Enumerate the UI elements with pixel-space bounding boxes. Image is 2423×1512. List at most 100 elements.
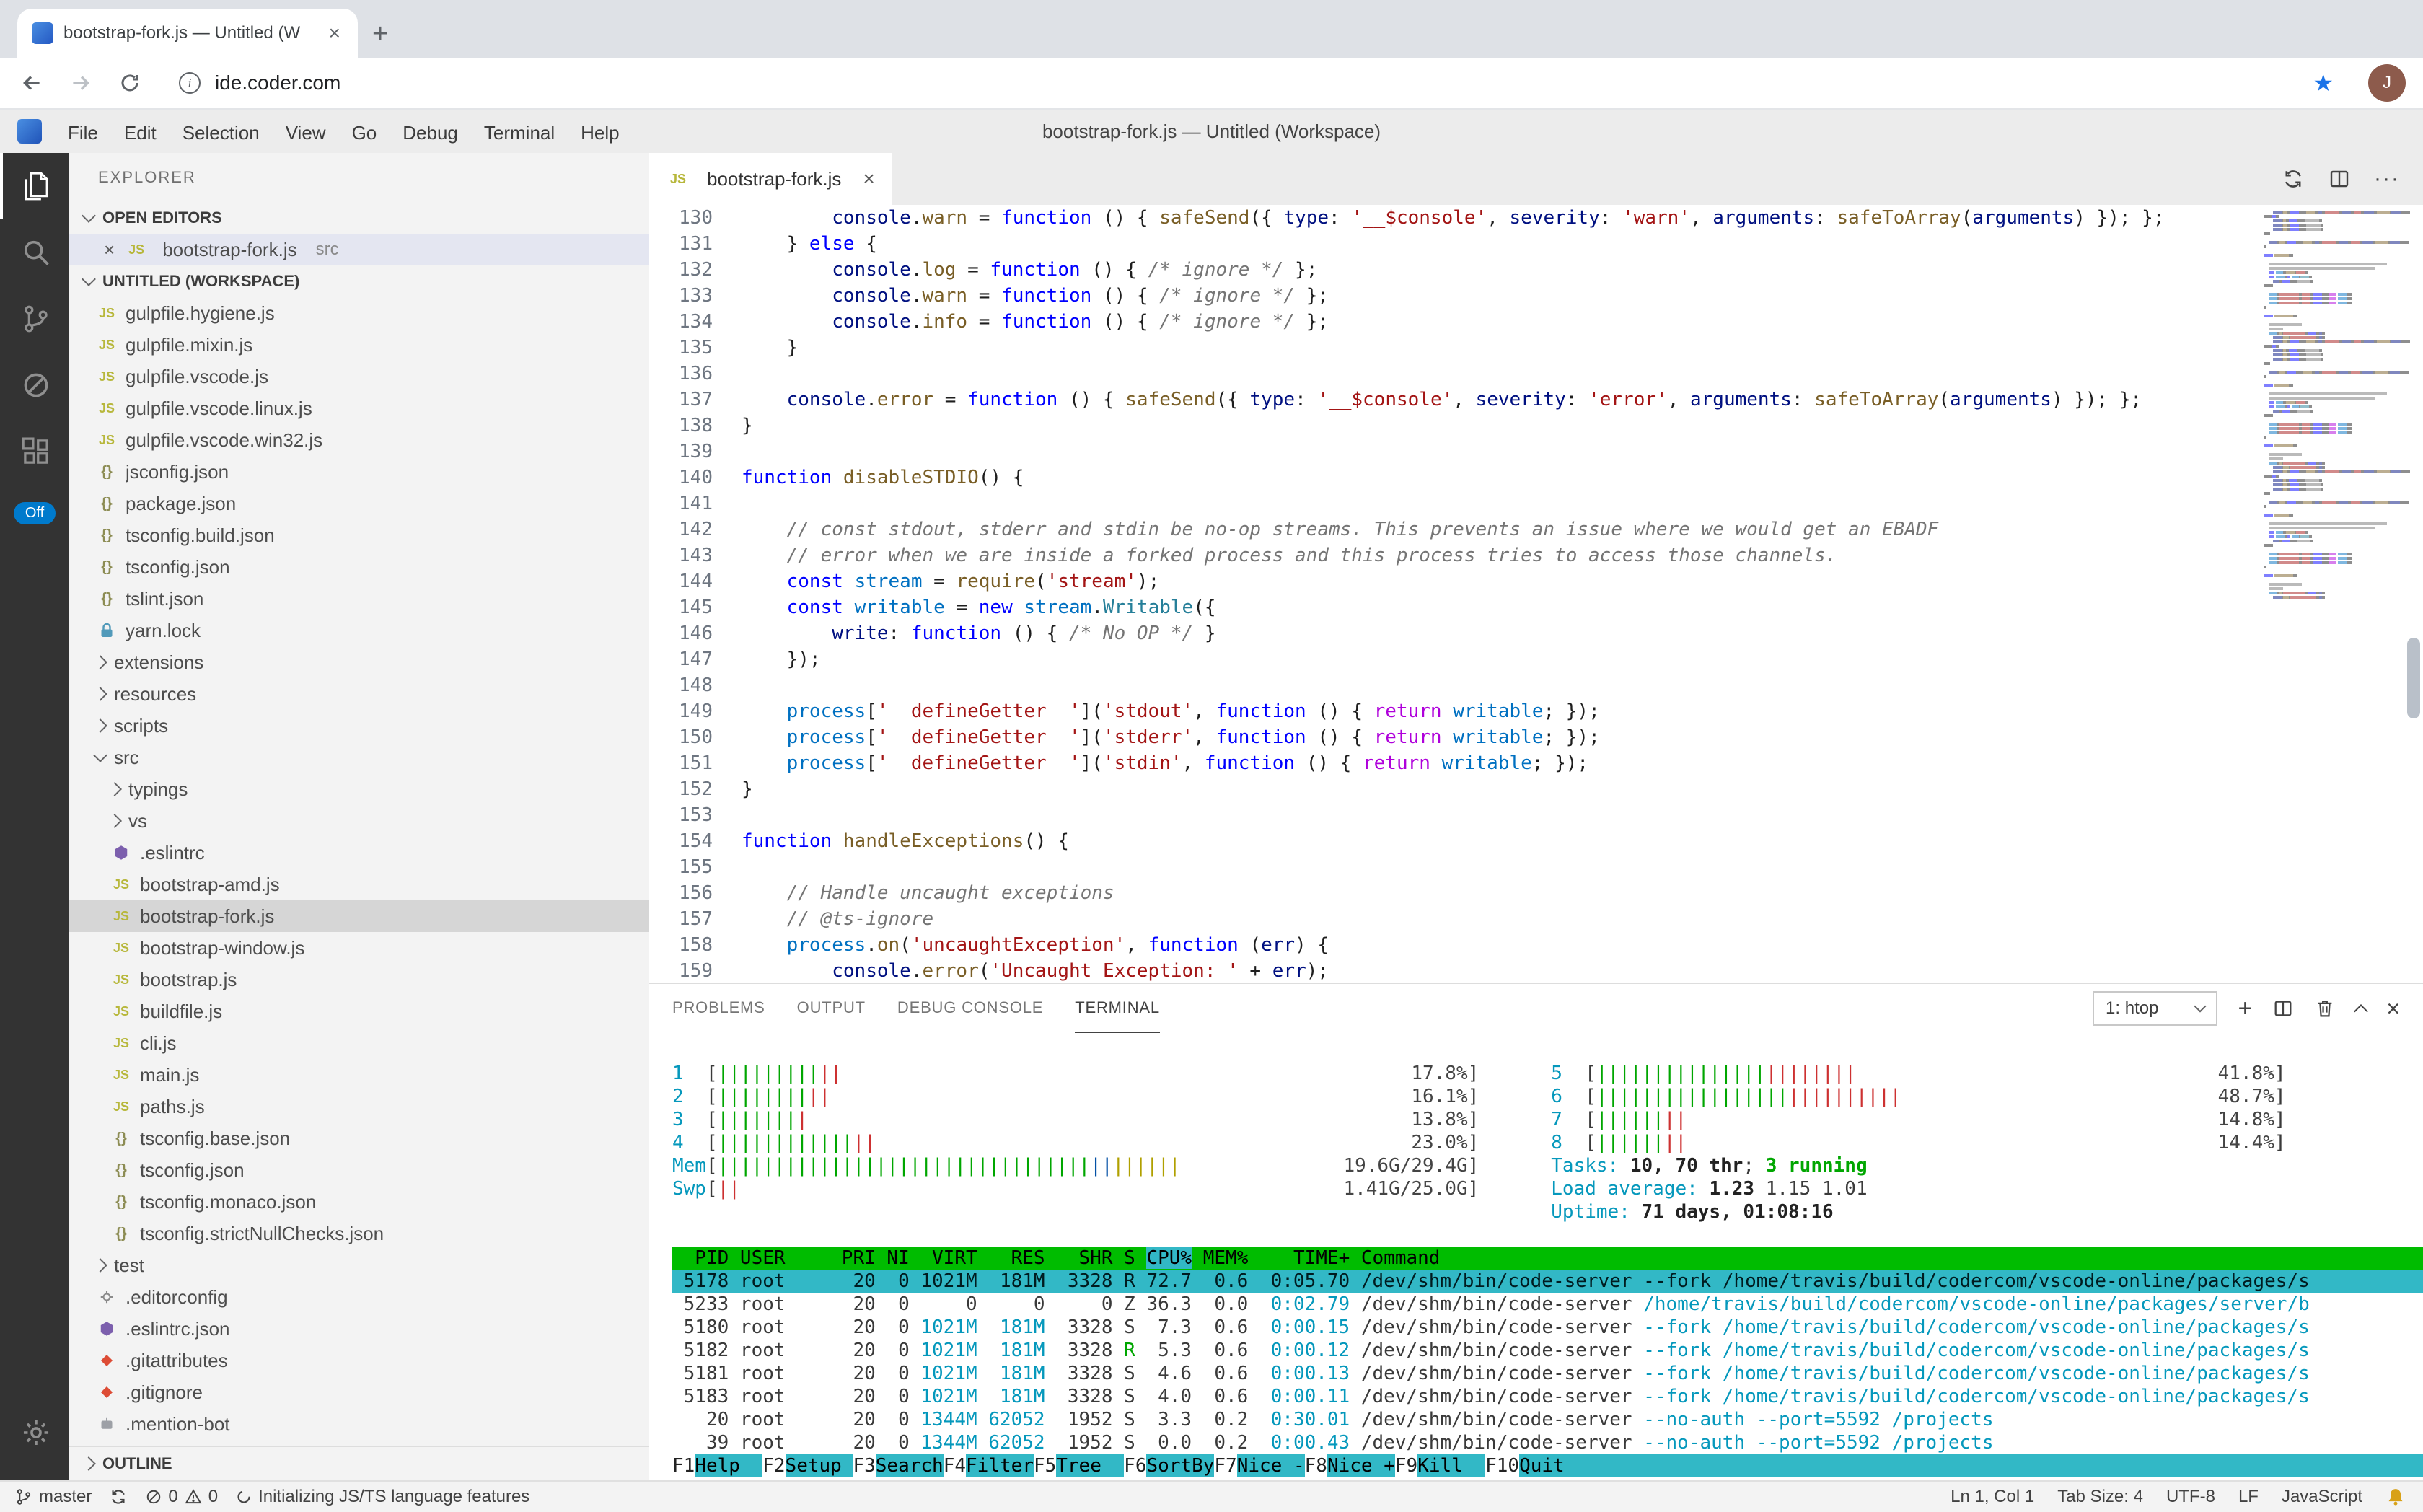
tree-item-tsconfig.strictNullChecks.json[interactable]: {}tsconfig.strictNullChecks.json [69,1218,649,1249]
code-line[interactable] [742,672,2256,698]
process-row[interactable]: 5183 root 20 0 1021M 181M 3328 S 4.0 0.6… [672,1385,2423,1408]
menu-edit[interactable]: Edit [111,122,170,144]
menu-debug[interactable]: Debug [390,122,471,144]
tree-item-jsconfig.json[interactable]: {}jsconfig.json [69,456,649,488]
tree-item-.gitignore[interactable]: .gitignore [69,1376,649,1408]
tree-item-bootstrap-amd.js[interactable]: JSbootstrap-amd.js [69,869,649,900]
debug-icon[interactable] [0,352,69,418]
code-line[interactable]: const writable = new stream.Writable({ [742,594,2256,620]
code-line[interactable]: console.warn = function () { /* ignore *… [742,283,2256,309]
menu-help[interactable]: Help [568,122,632,144]
tree-item-tsconfig.json[interactable]: {}tsconfig.json [69,1154,649,1186]
kill-terminal-icon[interactable] [2314,998,2336,1019]
more-actions-icon[interactable]: ··· [2374,167,2400,191]
menu-view[interactable]: View [273,122,339,144]
search-icon[interactable] [0,219,69,286]
indentation-setting[interactable]: Tab Size: 4 [2057,1487,2143,1507]
back-button[interactable] [17,69,46,97]
code-line[interactable]: process['__defineGetter__']('stdout', fu… [742,698,2256,724]
tree-item-gulpfile.mixin.js[interactable]: JSgulpfile.mixin.js [69,329,649,361]
off-toggle[interactable]: Off [14,502,56,524]
code-line[interactable]: process.on('uncaughtException', function… [742,932,2256,958]
code-area[interactable]: console.warn = function () { safeSend({ … [742,205,2256,983]
tree-item-tsconfig.build.json[interactable]: {}tsconfig.build.json [69,519,649,551]
code-line[interactable]: // const stdout, stderr and stdin be no-… [742,517,2256,542]
code-line[interactable]: // @ts-ignore [742,906,2256,932]
code-line[interactable]: console.info = function () { /* ignore *… [742,309,2256,335]
new-tab-button[interactable]: + [372,20,388,48]
panel-tab-problems[interactable]: PROBLEMS [672,984,765,1033]
reload-button[interactable] [115,69,144,97]
code-line[interactable]: // Handle uncaught exceptions [742,880,2256,906]
bookmark-star-icon[interactable]: ★ [2313,69,2334,97]
split-terminal-icon[interactable] [2272,998,2294,1019]
code-line[interactable]: const stream = require('stream'); [742,568,2256,594]
code-line[interactable]: process['__defineGetter__']('stdin', fun… [742,750,2256,776]
code-line[interactable]: console.error = function () { safeSend({… [742,387,2256,413]
tree-item-.gitattributes[interactable]: .gitattributes [69,1345,649,1376]
tree-item-.editorconfig[interactable]: .editorconfig [69,1281,649,1313]
tree-item-yarn.lock[interactable]: yarn.lock [69,615,649,646]
code-line[interactable]: }); [742,646,2256,672]
code-line[interactable] [742,854,2256,880]
git-branch-indicator[interactable]: master [14,1487,92,1507]
code-line[interactable] [742,361,2256,387]
code-line[interactable]: } [742,776,2256,802]
problems-indicator[interactable]: 0 0 [145,1487,218,1507]
eol-setting[interactable]: LF [2238,1487,2259,1507]
tree-item-package.json[interactable]: {}package.json [69,488,649,519]
tree-item-gulpfile.vscode.win32.js[interactable]: JSgulpfile.vscode.win32.js [69,424,649,456]
url-text[interactable]: ide.coder.com [215,71,340,94]
code-line[interactable]: write: function () { /* No OP */ } [742,620,2256,646]
maximize-panel-icon[interactable] [2354,1004,2368,1019]
address-bar[interactable]: i ide.coder.com ★ [164,63,2348,103]
process-row[interactable]: 5178 root 20 0 1021M 181M 3328 R 72.7 0.… [672,1270,2423,1293]
open-editor-item[interactable]: × JS bootstrap-fork.js src [69,234,649,265]
code-line[interactable]: function handleExceptions() { [742,828,2256,854]
open-editors-header[interactable]: OPEN EDITORS [69,202,649,234]
code-line[interactable]: function disableSTDIO() { [742,465,2256,491]
process-row[interactable]: 5181 root 20 0 1021M 181M 3328 S 4.6 0.6… [672,1362,2423,1385]
browser-avatar[interactable]: J [2368,64,2406,102]
code-line[interactable]: console.log = function () { /* ignore */… [742,257,2256,283]
workspace-header[interactable]: UNTITLED (WORKSPACE) [69,265,649,297]
tree-item-test[interactable]: test [69,1249,649,1281]
tree-item-extensions[interactable]: extensions [69,646,649,678]
tree-item-vs[interactable]: vs [69,805,649,837]
code-line[interactable] [742,491,2256,517]
extensions-icon[interactable] [0,418,69,485]
tree-item-bootstrap-fork.js[interactable]: JSbootstrap-fork.js [69,900,649,932]
notifications-bell-icon[interactable] [2385,1487,2406,1507]
tree-item-tslint.json[interactable]: {}tslint.json [69,583,649,615]
process-row[interactable]: 5180 root 20 0 1021M 181M 3328 S 7.3 0.6… [672,1316,2423,1339]
browser-tab[interactable]: bootstrap-fork.js — Untitled (W × [17,9,358,58]
terminal-picker[interactable]: 1: htop [2093,991,2217,1026]
code-line[interactable]: console.warn = function () { safeSend({ … [742,205,2256,231]
tree-item-resources[interactable]: resources [69,678,649,710]
explorer-icon[interactable] [0,153,69,219]
menu-terminal[interactable]: Terminal [471,122,568,144]
code-line[interactable]: // error when we are inside a forked pro… [742,542,2256,568]
tree-item-bootstrap.js[interactable]: JSbootstrap.js [69,964,649,995]
menu-selection[interactable]: Selection [170,122,273,144]
outline-section[interactable]: OUTLINE [69,1446,649,1480]
code-line[interactable]: } [742,413,2256,439]
close-icon[interactable]: × [104,239,115,261]
tree-item-tsconfig.json[interactable]: {}tsconfig.json [69,551,649,583]
panel-tab-terminal[interactable]: TERMINAL [1075,984,1160,1033]
tree-item-typings[interactable]: typings [69,773,649,805]
tree-item-paths.js[interactable]: JSpaths.js [69,1091,649,1122]
editor-scrollbar[interactable] [2407,638,2420,718]
split-editor-icon[interactable] [2328,167,2351,190]
code-line[interactable]: } [742,335,2256,361]
tree-item-.mention-bot[interactable]: .mention-bot [69,1408,649,1440]
forward-button[interactable] [66,69,95,97]
tree-item-src[interactable]: src [69,742,649,773]
tree-item-.eslintrc[interactable]: .eslintrc [69,837,649,869]
code-editor[interactable]: 1301311321331341351361371381391401411421… [649,205,2423,983]
process-row[interactable]: 5233 root 20 0 0 0 0 Z 36.3 0.0 0:02.79 … [672,1293,2423,1316]
code-line[interactable] [742,439,2256,465]
process-row[interactable]: 20 root 20 0 1344M 62052 1952 S 3.3 0.2 … [672,1408,2423,1431]
tree-item-tsconfig.base.json[interactable]: {}tsconfig.base.json [69,1122,649,1154]
minimap[interactable] [2256,205,2423,983]
